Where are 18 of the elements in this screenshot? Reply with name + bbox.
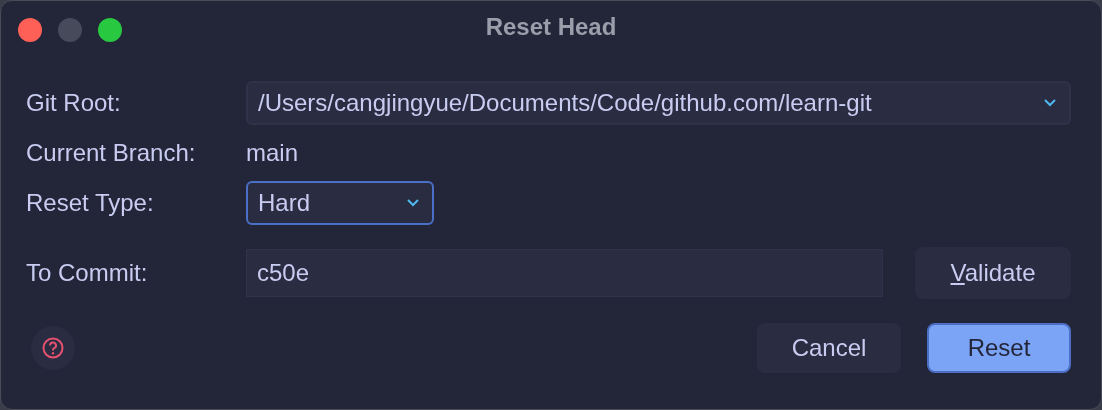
chevron-icon xyxy=(406,198,420,208)
cancel-button[interactable]: Cancel xyxy=(757,323,901,373)
help-icon xyxy=(42,337,64,359)
zoom-button[interactable] xyxy=(98,18,122,42)
git-root-dropdown[interactable]: /Users/cangjingyue/Documents/Code/github.com/learn-git xyxy=(246,81,1071,125)
validate-button[interactable]: Validate xyxy=(915,247,1071,299)
chevron-icon xyxy=(1043,98,1057,108)
branch-name: main xyxy=(246,138,300,168)
close-button[interactable] xyxy=(18,18,42,42)
field-label: Reset Type: xyxy=(26,188,155,218)
field-label: Current Branch: xyxy=(26,138,197,168)
window-title: Reset Head xyxy=(485,13,617,41)
reset-button[interactable]: Reset xyxy=(927,323,1071,373)
field-label: To Commit: xyxy=(26,258,149,288)
field-label: Git Root: xyxy=(26,88,122,118)
help-button[interactable] xyxy=(31,326,75,370)
commit-input-field[interactable]: c50e xyxy=(246,249,883,297)
reset-type-dropdown[interactable]: Hard xyxy=(246,181,434,225)
